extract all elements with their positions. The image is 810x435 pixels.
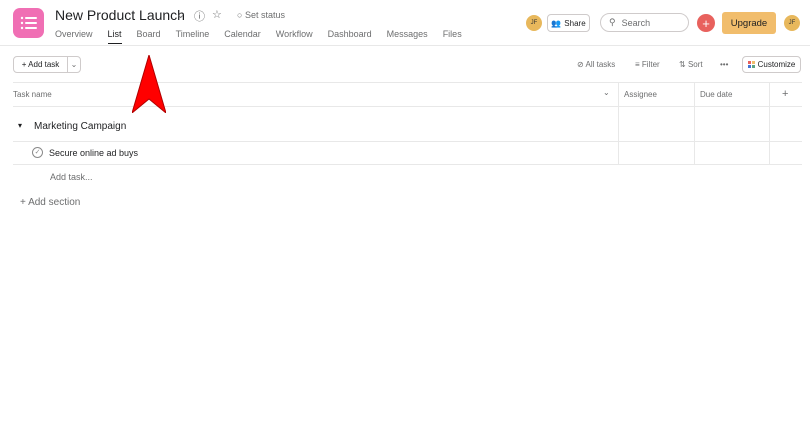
project-icon[interactable] [13,8,44,38]
add-section-button[interactable]: + Add section [20,197,80,208]
column-assignee[interactable]: Assignee [624,90,657,99]
tab-board[interactable]: Board [137,29,161,44]
column-task-name[interactable]: Task name [13,90,52,99]
tab-calendar[interactable]: Calendar [224,29,261,44]
divider [13,164,802,165]
list-icon [20,16,37,30]
upgrade-button[interactable]: Upgrade [722,12,776,34]
all-tasks-button[interactable]: ⊘ All tasks [577,60,615,69]
status-circle-icon: ○ [237,10,243,20]
search-icon: ⚲ [609,17,616,27]
tab-workflow[interactable]: Workflow [276,29,313,44]
more-options-button[interactable]: ••• [720,60,728,69]
complete-checkbox-icon[interactable]: ✓ [32,147,43,158]
info-icon[interactable]: ⓘ [194,8,205,24]
set-status-button[interactable]: ○ Set status [237,10,285,20]
collapse-section-icon[interactable]: ▾ [18,121,22,130]
user-avatar[interactable]: JF [784,15,800,31]
chevron-down-icon[interactable]: ⌄ [603,88,610,97]
table-row[interactable]: ✓ Secure online ad buys [13,142,802,164]
check-circle-icon: ⊘ [577,60,584,69]
star-icon[interactable]: ☆ [212,8,222,21]
project-tabs: Overview List Board Timeline Calendar Wo… [55,29,477,44]
column-due-date[interactable]: Due date [700,90,732,99]
people-icon: 👥 [551,18,562,28]
section-title[interactable]: Marketing Campaign [34,121,126,132]
red-arrow-annotation [132,55,166,113]
member-avatar[interactable]: JF [526,15,542,31]
add-task-inline[interactable]: Add task... [50,172,93,182]
task-name[interactable]: Secure online ad buys [49,148,138,158]
sort-button[interactable]: ⇅ Sort [679,60,703,69]
tab-messages[interactable]: Messages [387,29,428,44]
create-button[interactable]: + [697,14,715,32]
project-title[interactable]: New Product Launch [55,7,185,23]
tab-overview[interactable]: Overview [55,29,93,44]
search-input[interactable]: ⚲ Search [600,13,689,32]
add-column-button[interactable]: + [782,88,788,100]
add-task-dropdown[interactable]: ⌄ [67,56,81,73]
sort-icon: ⇅ [679,60,686,69]
customize-icon [747,61,755,68]
share-button[interactable]: 👥 Share [547,14,590,32]
filter-icon: ≡ [635,60,640,69]
filter-button[interactable]: ≡ Filter [635,60,660,69]
tab-timeline[interactable]: Timeline [176,29,210,44]
chevron-down-icon[interactable]: ⌄ [176,8,185,21]
tab-list[interactable]: List [107,29,122,44]
customize-button[interactable]: Customize [742,56,801,73]
add-task-button[interactable]: + Add task [13,56,68,73]
header-divider [0,45,810,46]
tab-files[interactable]: Files [443,29,462,44]
tab-dashboard[interactable]: Dashboard [328,29,372,44]
